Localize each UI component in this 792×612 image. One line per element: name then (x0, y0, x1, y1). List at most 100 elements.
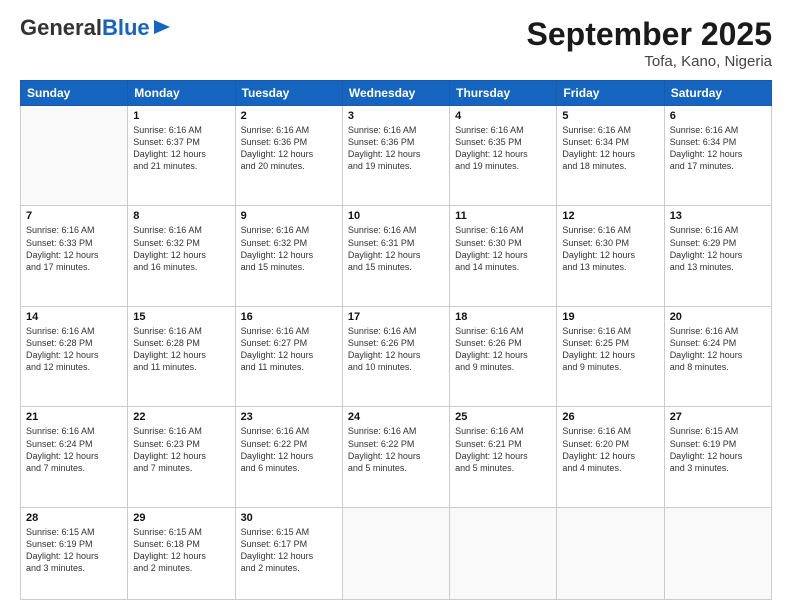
calendar-cell: 17Sunrise: 6:16 AM Sunset: 6:26 PM Dayli… (342, 306, 449, 406)
day-number: 18 (455, 311, 551, 323)
day-number: 27 (670, 411, 766, 423)
day-number: 4 (455, 110, 551, 122)
page: GeneralBlue September 2025 Tofa, Kano, N… (0, 0, 792, 612)
day-info: Sunrise: 6:16 AM Sunset: 6:30 PM Dayligh… (562, 224, 658, 273)
day-info: Sunrise: 6:16 AM Sunset: 6:28 PM Dayligh… (26, 325, 122, 374)
day-info: Sunrise: 6:16 AM Sunset: 6:27 PM Dayligh… (241, 325, 337, 374)
day-info: Sunrise: 6:16 AM Sunset: 6:31 PM Dayligh… (348, 224, 444, 273)
day-info: Sunrise: 6:16 AM Sunset: 6:34 PM Dayligh… (562, 124, 658, 173)
day-info: Sunrise: 6:16 AM Sunset: 6:32 PM Dayligh… (133, 224, 229, 273)
calendar-cell: 29 Sunrise: 6:15 AM Sunset: 6:18 PM Dayli… (128, 507, 235, 599)
calendar-cell: 4 Sunrise: 6:16 AM Sunset: 6:35 PM Daylig… (450, 106, 557, 206)
day-info: Sunrise: 6:16 AM Sunset: 6:30 PM Dayligh… (455, 224, 551, 273)
logo-text: GeneralBlue (20, 16, 150, 40)
calendar-header-row: SundayMondayTuesdayWednesdayThursdayFrid… (21, 81, 772, 106)
calendar-cell: 20Sunrise: 6:16 AM Sunset: 6:24 PM Dayli… (664, 306, 771, 406)
calendar-cell: 27 Sunrise: 6:15 AM Sunset: 6:19 PM Dayli… (664, 407, 771, 507)
logo-blue: Blue (102, 15, 150, 40)
day-info: Sunrise: 6:16 AM Sunset: 6:24 PM Dayligh… (26, 425, 122, 474)
day-number: 16 (241, 311, 337, 323)
day-info: Sunrise: 6:16 AM Sunset: 6:22 PM Dayligh… (348, 425, 444, 474)
day-info: Sunrise: 6:16 AM Sunset: 6:32 PM Dayligh… (241, 224, 337, 273)
day-header-sunday: Sunday (21, 81, 128, 106)
calendar-cell: 22 Sunrise: 6:16 AM Sunset: 6:23 PM Dayli… (128, 407, 235, 507)
day-info: Sunrise: 6:16 AM Sunset: 6:37 PM Dayligh… (133, 124, 229, 173)
calendar-cell: 5Sunrise: 6:16 AM Sunset: 6:34 PM Daylig… (557, 106, 664, 206)
logo-general: General (20, 15, 102, 40)
logo-arrow-icon (154, 20, 170, 39)
calendar-week-5: 28Sunrise: 6:15 AM Sunset: 6:19 PM Dayli… (21, 507, 772, 599)
day-number: 25 (455, 411, 551, 423)
day-number: 22 (133, 411, 229, 423)
day-info: Sunrise: 6:16 AM Sunset: 6:26 PM Dayligh… (455, 325, 551, 374)
day-number: 26 (562, 411, 658, 423)
day-number: 17 (348, 311, 444, 323)
day-info: Sunrise: 6:16 AM Sunset: 6:36 PM Dayligh… (348, 124, 444, 173)
calendar-cell (450, 507, 557, 599)
month-title: September 2025 (527, 16, 772, 53)
day-number: 12 (562, 210, 658, 222)
calendar-table: SundayMondayTuesdayWednesdayThursdayFrid… (20, 80, 772, 600)
calendar-week-4: 21 Sunrise: 6:16 AM Sunset: 6:24 PM Dayli… (21, 407, 772, 507)
day-header-tuesday: Tuesday (235, 81, 342, 106)
calendar-cell: 19 Sunrise: 6:16 AM Sunset: 6:25 PM Dayli… (557, 306, 664, 406)
day-info: Sunrise: 6:16 AM Sunset: 6:22 PM Dayligh… (241, 425, 337, 474)
calendar-cell (21, 106, 128, 206)
day-info: Sunrise: 6:15 AM Sunset: 6:18 PM Dayligh… (133, 526, 229, 575)
calendar-cell: 2 Sunrise: 6:16 AM Sunset: 6:36 PM Daylig… (235, 106, 342, 206)
header: GeneralBlue September 2025 Tofa, Kano, N… (20, 16, 772, 70)
calendar-cell: 8 Sunrise: 6:16 AM Sunset: 6:32 PM Daylig… (128, 206, 235, 306)
calendar-cell: 11Sunrise: 6:16 AM Sunset: 6:30 PM Dayli… (450, 206, 557, 306)
day-header-saturday: Saturday (664, 81, 771, 106)
day-number: 1 (133, 110, 229, 122)
calendar-cell: 10 Sunrise: 6:16 AM Sunset: 6:31 PM Dayli… (342, 206, 449, 306)
day-number: 13 (670, 210, 766, 222)
calendar-cell: 21 Sunrise: 6:16 AM Sunset: 6:24 PM Dayli… (21, 407, 128, 507)
day-header-wednesday: Wednesday (342, 81, 449, 106)
day-number: 8 (133, 210, 229, 222)
day-number: 29 (133, 512, 229, 524)
day-info: Sunrise: 6:16 AM Sunset: 6:34 PM Dayligh… (670, 124, 766, 173)
day-number: 10 (348, 210, 444, 222)
day-number: 3 (348, 110, 444, 122)
day-info: Sunrise: 6:16 AM Sunset: 6:33 PM Dayligh… (26, 224, 122, 273)
location: Tofa, Kano, Nigeria (527, 53, 772, 70)
calendar-cell: 3 Sunrise: 6:16 AM Sunset: 6:36 PM Daylig… (342, 106, 449, 206)
day-number: 7 (26, 210, 122, 222)
calendar-cell: 7 Sunrise: 6:16 AM Sunset: 6:33 PM Daylig… (21, 206, 128, 306)
day-info: Sunrise: 6:16 AM Sunset: 6:28 PM Dayligh… (133, 325, 229, 374)
calendar-cell (342, 507, 449, 599)
day-info: Sunrise: 6:15 AM Sunset: 6:19 PM Dayligh… (26, 526, 122, 575)
day-info: Sunrise: 6:16 AM Sunset: 6:24 PM Dayligh… (670, 325, 766, 374)
calendar-cell: 6Sunrise: 6:16 AM Sunset: 6:34 PM Daylig… (664, 106, 771, 206)
day-number: 14 (26, 311, 122, 323)
day-info: Sunrise: 6:16 AM Sunset: 6:36 PM Dayligh… (241, 124, 337, 173)
calendar-cell: 25 Sunrise: 6:16 AM Sunset: 6:21 PM Dayli… (450, 407, 557, 507)
day-number: 21 (26, 411, 122, 423)
day-number: 23 (241, 411, 337, 423)
calendar-week-2: 7 Sunrise: 6:16 AM Sunset: 6:33 PM Daylig… (21, 206, 772, 306)
title-section: September 2025 Tofa, Kano, Nigeria (527, 16, 772, 70)
day-header-thursday: Thursday (450, 81, 557, 106)
day-info: Sunrise: 6:16 AM Sunset: 6:25 PM Dayligh… (562, 325, 658, 374)
calendar-week-3: 14 Sunrise: 6:16 AM Sunset: 6:28 PM Dayli… (21, 306, 772, 406)
calendar-cell: 14 Sunrise: 6:16 AM Sunset: 6:28 PM Dayli… (21, 306, 128, 406)
day-number: 24 (348, 411, 444, 423)
day-info: Sunrise: 6:16 AM Sunset: 6:21 PM Dayligh… (455, 425, 551, 474)
calendar-cell: 18 Sunrise: 6:16 AM Sunset: 6:26 PM Dayli… (450, 306, 557, 406)
day-header-friday: Friday (557, 81, 664, 106)
day-info: Sunrise: 6:15 AM Sunset: 6:19 PM Dayligh… (670, 425, 766, 474)
calendar-cell: 16 Sunrise: 6:16 AM Sunset: 6:27 PM Dayli… (235, 306, 342, 406)
day-info: Sunrise: 6:16 AM Sunset: 6:35 PM Dayligh… (455, 124, 551, 173)
day-info: Sunrise: 6:16 AM Sunset: 6:23 PM Dayligh… (133, 425, 229, 474)
calendar-cell: 28Sunrise: 6:15 AM Sunset: 6:19 PM Dayli… (21, 507, 128, 599)
day-number: 19 (562, 311, 658, 323)
calendar-cell: 9 Sunrise: 6:16 AM Sunset: 6:32 PM Daylig… (235, 206, 342, 306)
calendar-cell: 13Sunrise: 6:16 AM Sunset: 6:29 PM Dayli… (664, 206, 771, 306)
day-number: 9 (241, 210, 337, 222)
day-number: 15 (133, 311, 229, 323)
logo: GeneralBlue (20, 16, 170, 40)
day-header-monday: Monday (128, 81, 235, 106)
calendar-cell: 12 Sunrise: 6:16 AM Sunset: 6:30 PM Dayli… (557, 206, 664, 306)
day-number: 2 (241, 110, 337, 122)
